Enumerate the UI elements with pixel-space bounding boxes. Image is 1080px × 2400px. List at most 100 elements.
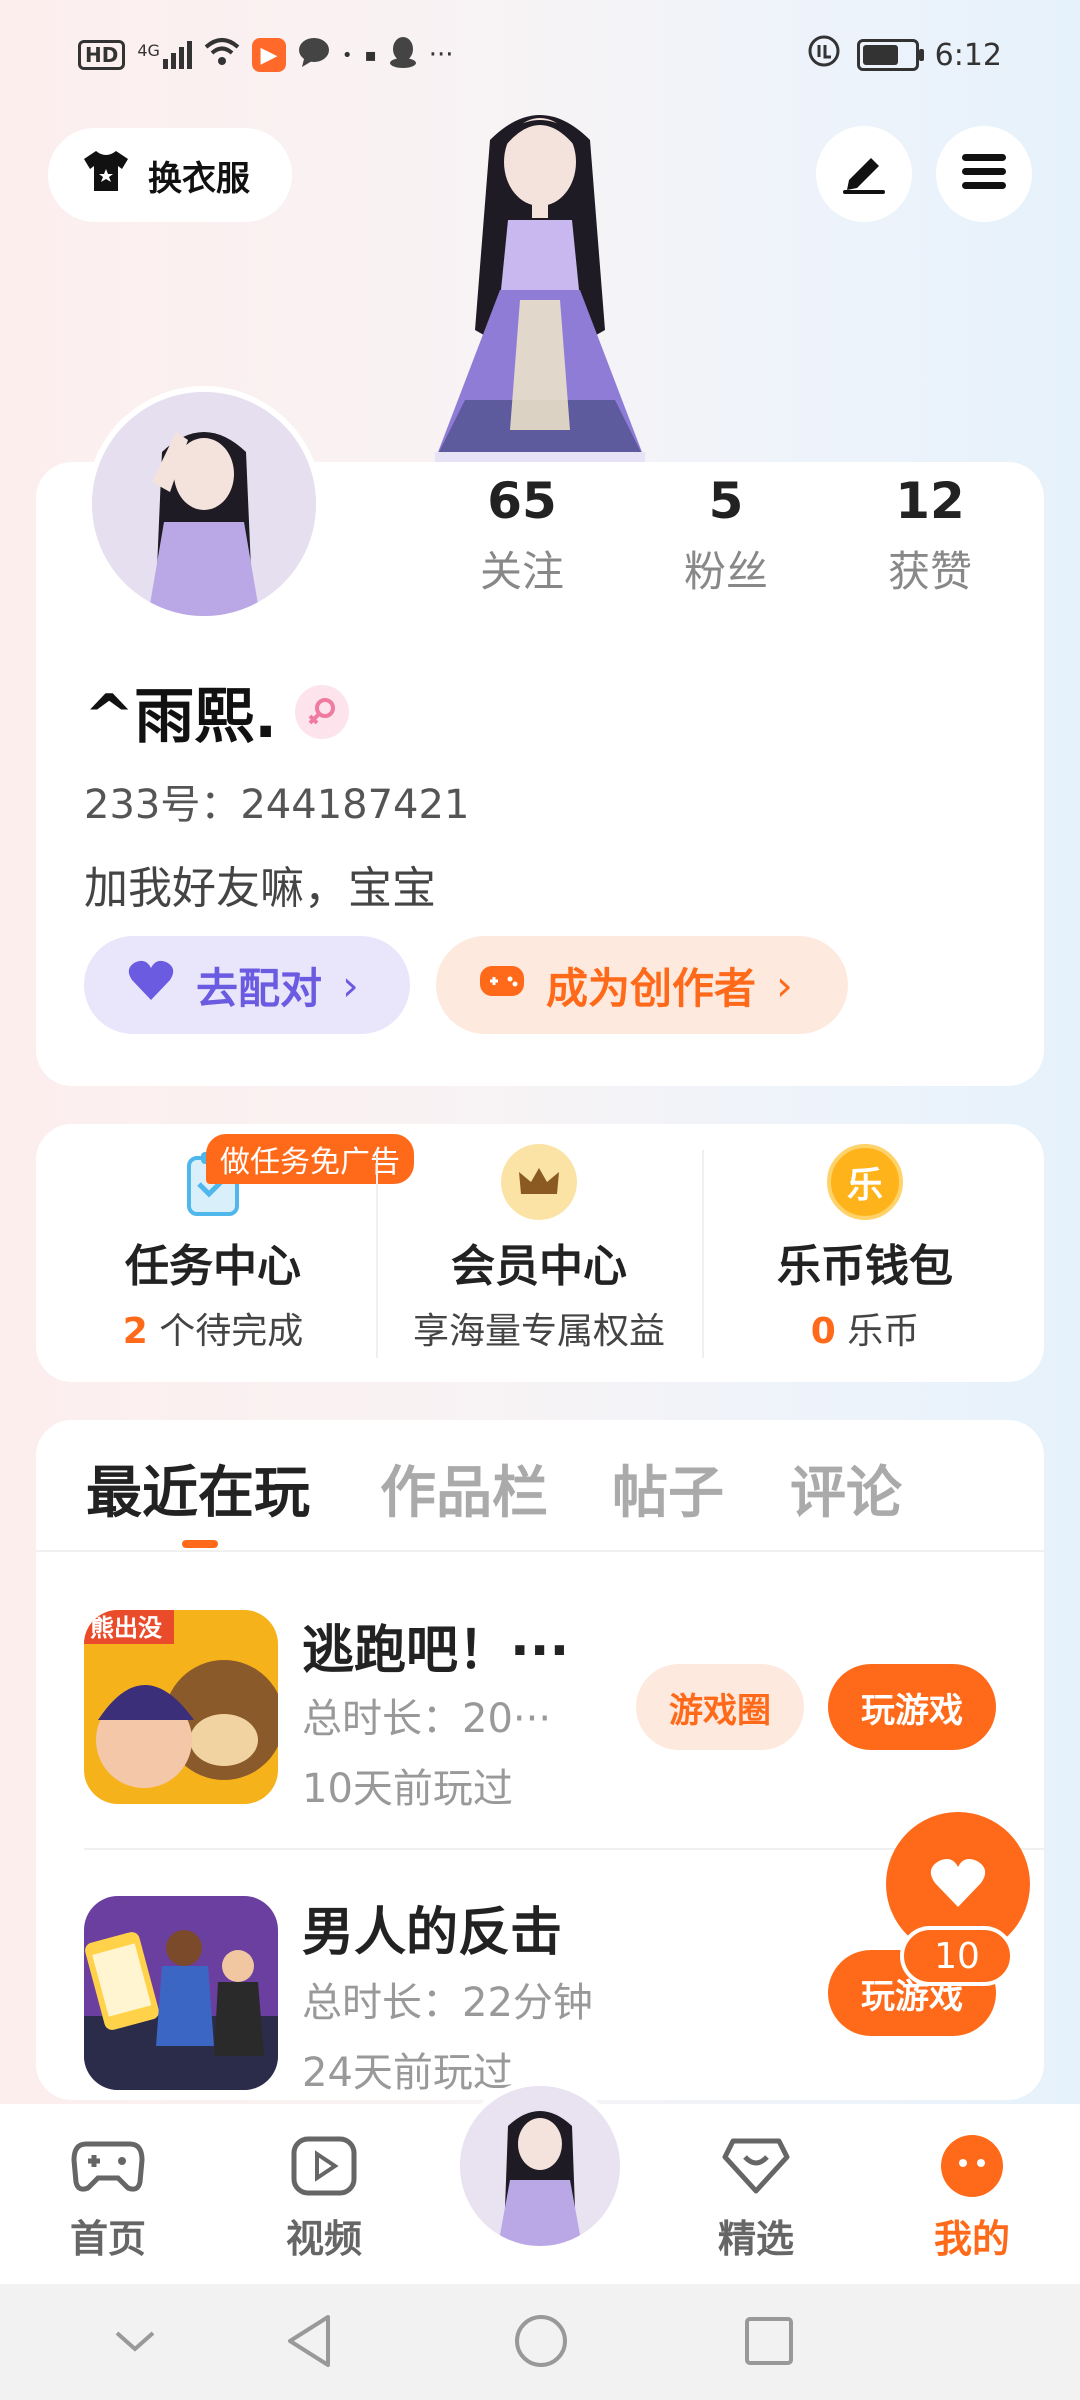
- status-right: 6:12: [807, 30, 1002, 80]
- edit-profile-button[interactable]: [816, 126, 912, 222]
- nav-avatar-button[interactable]: [454, 2080, 626, 2252]
- heart-icon: [928, 1855, 988, 1913]
- battery-icon: [856, 39, 924, 71]
- following-count: 65: [487, 472, 557, 530]
- nav-home-label: 首页: [69, 2217, 146, 2261]
- more-notifications: ···: [428, 40, 454, 70]
- back-triangle-icon[interactable]: [274, 2306, 344, 2376]
- heart-icon: [126, 958, 176, 1012]
- shirt-icon: [80, 147, 132, 204]
- vip-center[interactable]: 会员中心 享海量专属权益: [376, 1140, 702, 1360]
- tab-comments[interactable]: 评论: [790, 1448, 902, 1529]
- game-last-played: 24天前玩过: [302, 2050, 513, 2096]
- bio: 加我好友嘛，宝宝: [84, 863, 436, 914]
- game-thumbnail[interactable]: 熊出没: [84, 1610, 278, 1804]
- match-button[interactable]: 去配对 ›: [84, 936, 410, 1034]
- game-thumbnail[interactable]: [84, 1896, 278, 2090]
- message-icon: [298, 37, 330, 74]
- avatar-3d-figure[interactable]: [420, 100, 660, 466]
- likes-count: 12: [895, 472, 965, 530]
- profile-avatar[interactable]: [86, 386, 322, 622]
- nickname: ^雨熙.: [84, 682, 278, 752]
- game-thumbnail-logo: 熊出没: [90, 1614, 163, 1642]
- become-creator-label: 成为创作者: [546, 963, 757, 1013]
- video-play-icon: [244, 2124, 404, 2208]
- game-duration: 总时长：20···: [302, 1696, 552, 1742]
- notification-square-icon: ▪: [364, 44, 377, 66]
- coin-wallet-sub: 0 乐币: [702, 1302, 1028, 1354]
- status-left: HD 4G ▶ • ▪ ···: [78, 30, 454, 80]
- game-title: 男人的反击: [302, 1903, 563, 1963]
- tabs-divider: [36, 1550, 1044, 1552]
- avatar-image: [460, 2086, 620, 2246]
- nav-video-label: 视频: [285, 2217, 362, 2261]
- nav-featured-label: 精选: [717, 2217, 794, 2261]
- menu-button[interactable]: [936, 126, 1032, 222]
- task-center-sub: 2 个待完成: [50, 1302, 376, 1354]
- coin-icon-label: 乐: [846, 1165, 883, 1206]
- game-duration: 总时长：22分钟: [302, 1980, 593, 2026]
- nav-home[interactable]: 首页: [28, 2124, 188, 2263]
- stat-followers[interactable]: 5 粉丝: [636, 472, 816, 599]
- hd-indicator: HD: [78, 40, 126, 70]
- nav-video[interactable]: 视频: [244, 2124, 404, 2263]
- stat-likes[interactable]: 12 获赞: [840, 472, 1020, 599]
- play-game-button[interactable]: 玩游戏: [828, 1664, 996, 1750]
- pencil-icon: [839, 150, 889, 198]
- notification-dot-icon: •: [341, 44, 353, 66]
- nickname-row: ^雨熙.: [84, 668, 350, 755]
- pending-task-count: 2: [122, 1311, 148, 1352]
- wifi-icon: [204, 37, 240, 74]
- nav-mine-label: 我的: [933, 2217, 1010, 2261]
- task-center-title: 任务中心: [125, 1241, 301, 1292]
- active-tab-indicator: [182, 1540, 218, 1548]
- vip-center-title: 会员中心: [451, 1241, 627, 1292]
- like-count-badge: 10: [900, 1926, 1014, 1986]
- status-bar: HD 4G ▶ • ▪ ··· 6:12: [0, 0, 1080, 110]
- female-gender-icon: [295, 684, 350, 739]
- qq-icon: [389, 36, 417, 75]
- clock: 6:12: [934, 37, 1002, 73]
- game-last-played: 10天前玩过: [302, 1766, 513, 1812]
- network-type: 4G: [137, 41, 160, 60]
- avatar-image: [92, 392, 316, 616]
- user-id: 233号：244187421: [84, 782, 470, 828]
- change-outfit-label: 换衣服: [148, 158, 250, 199]
- profile-face-icon: [892, 2124, 1052, 2208]
- signal-icon: 4G: [137, 41, 192, 69]
- hamburger-menu-icon: [960, 152, 1008, 196]
- recents-square-icon[interactable]: [734, 2306, 804, 2376]
- become-creator-button[interactable]: 成为创作者 ›: [436, 936, 848, 1034]
- gamepad-icon: [28, 2124, 188, 2208]
- battery-level: [862, 45, 898, 65]
- coin-wallet[interactable]: 乐 乐币钱包 0 乐币: [702, 1140, 1028, 1360]
- coin-balance: 0: [810, 1311, 836, 1352]
- heart-diamond-icon: [676, 2124, 836, 2208]
- tab-posts[interactable]: 帖子: [612, 1448, 724, 1529]
- pending-task-label: 个待完成: [147, 1311, 304, 1352]
- data-saver-icon: [807, 34, 841, 76]
- nav-mine[interactable]: 我的: [892, 2124, 1052, 2263]
- chevron-right-icon: ›: [776, 960, 793, 1010]
- match-label: 去配对: [196, 963, 323, 1013]
- following-label: 关注: [479, 547, 564, 596]
- video-app-icon: ▶: [251, 38, 286, 72]
- game-community-button[interactable]: 游戏圈: [636, 1664, 804, 1750]
- followers-label: 粉丝: [683, 547, 768, 596]
- coin-unit: 乐币: [835, 1311, 920, 1352]
- stat-following[interactable]: 65 关注: [432, 472, 612, 599]
- crown-icon: [501, 1144, 577, 1220]
- tab-recently-played[interactable]: 最近在玩: [86, 1448, 310, 1529]
- coin-icon: 乐: [827, 1144, 903, 1220]
- collapse-chevron-icon[interactable]: [100, 2306, 170, 2376]
- coin-wallet-title: 乐币钱包: [777, 1241, 953, 1292]
- chevron-right-icon: ›: [342, 960, 359, 1010]
- nav-featured[interactable]: 精选: [676, 2124, 836, 2263]
- gamepad-icon: [478, 961, 526, 1010]
- home-circle-icon[interactable]: [506, 2306, 576, 2376]
- change-outfit-button[interactable]: 换衣服: [48, 128, 292, 222]
- tab-works[interactable]: 作品栏: [380, 1448, 548, 1529]
- game-title: 逃跑吧！···: [302, 1621, 570, 1681]
- likes-label: 获赞: [887, 547, 972, 596]
- followers-count: 5: [708, 472, 744, 530]
